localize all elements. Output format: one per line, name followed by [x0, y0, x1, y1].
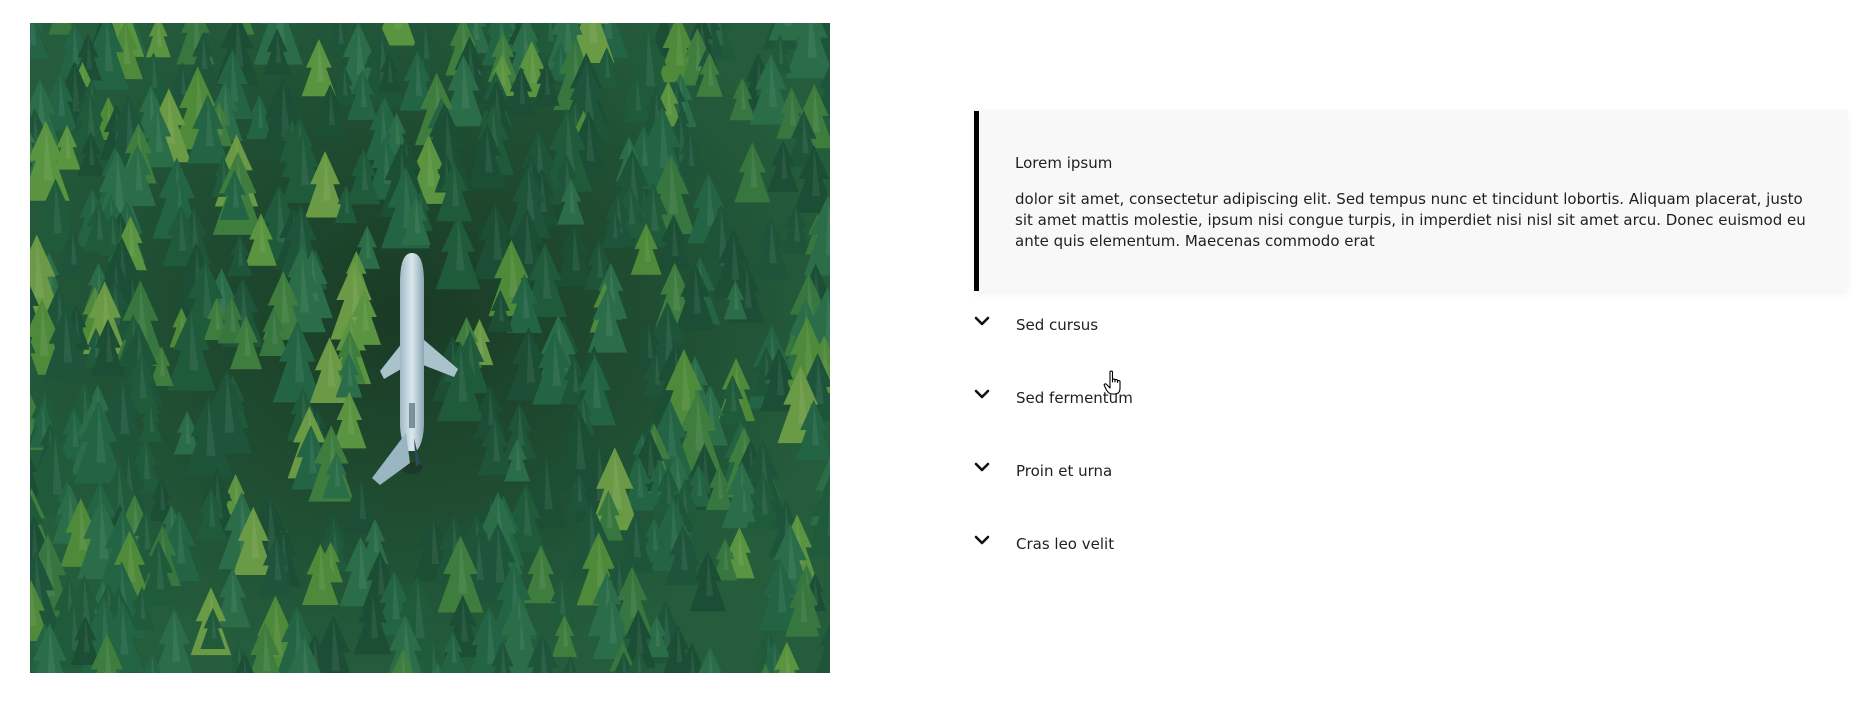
pine-tree-highlight — [784, 23, 792, 27]
accordion-panel-open[interactable]: Lorem ipsum dolor sit amet, consectetur … — [974, 111, 1847, 291]
forest-photo — [30, 23, 830, 673]
accordion-item-cras-leo-velit[interactable]: Cras leo velit — [974, 510, 1847, 583]
page: Lorem ipsum dolor sit amet, consectetur … — [0, 0, 1866, 701]
accordion-open-title[interactable]: Lorem ipsum — [1015, 153, 1807, 173]
accordion-item-proin-et-urna[interactable]: Proin et urna — [974, 437, 1847, 510]
hand-cursor-icon — [1103, 370, 1121, 395]
pine-tree-highlight — [394, 23, 402, 29]
accordion-item-sed-cursus[interactable]: Sed cursus — [974, 291, 1847, 364]
accordion-item-label: Proin et urna — [1016, 462, 1113, 480]
forest-airplane-image — [30, 23, 830, 673]
chevron-down-icon — [974, 316, 990, 326]
accordion-open-body: dolor sit amet, consectetur adipiscing e… — [1015, 190, 1806, 250]
pine-tree-highlight — [60, 23, 66, 24]
chevron-down-icon — [974, 535, 990, 545]
accordion: Lorem ipsum dolor sit amet, consectetur … — [974, 111, 1847, 583]
accordion-item-label: Cras leo velit — [1016, 535, 1115, 553]
chevron-down-icon — [974, 462, 990, 472]
accordion-item-label: Sed cursus — [1016, 316, 1099, 334]
chevron-down-icon — [974, 389, 990, 399]
